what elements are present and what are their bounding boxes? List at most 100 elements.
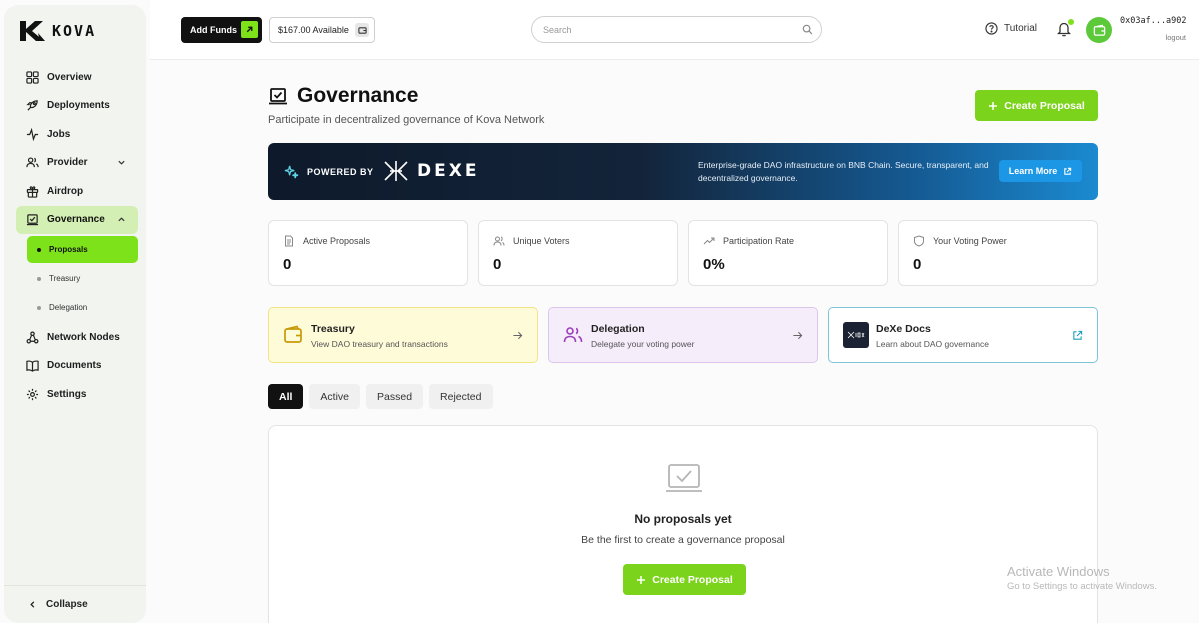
create-proposal-button[interactable]: Create Proposal bbox=[975, 90, 1098, 121]
bullet-icon bbox=[37, 305, 41, 310]
wallet-icon bbox=[284, 325, 302, 343]
bullet-icon bbox=[37, 247, 41, 252]
quick-link-delegation[interactable]: Delegation Delegate your voting power bbox=[548, 307, 818, 363]
sidebar-item-network-nodes[interactable]: Network Nodes bbox=[16, 323, 138, 352]
sidebar-item-label: Network Nodes bbox=[47, 331, 120, 343]
sidebar-item-deployments[interactable]: Deployments bbox=[16, 92, 138, 121]
sidebar-item-governance[interactable]: Governance bbox=[16, 205, 138, 234]
stat-label-row: Unique Voters bbox=[493, 235, 570, 247]
chevron-left-icon bbox=[30, 601, 35, 608]
stat-label-row: Participation Rate bbox=[703, 235, 794, 247]
tutorial-button[interactable]: Tutorial bbox=[985, 22, 1037, 35]
collapse-label: Collapse bbox=[46, 599, 88, 610]
stat-card-active-proposals: Active Proposals 0 bbox=[268, 220, 468, 286]
vote-icon bbox=[26, 214, 39, 226]
watermark-line2: Go to Settings to activate Windows. bbox=[1007, 581, 1157, 592]
create-proposal-label: Create Proposal bbox=[1004, 99, 1085, 112]
sidebar-subitem-treasury[interactable]: Treasury bbox=[27, 265, 138, 292]
powered-by-label: POWERED BY bbox=[307, 166, 374, 177]
sidebar-item-jobs[interactable]: Jobs bbox=[16, 120, 138, 149]
search-input[interactable] bbox=[543, 17, 793, 42]
balance-text: $167.00 Available bbox=[278, 25, 349, 35]
tab-active[interactable]: Active bbox=[309, 384, 361, 409]
wallet-address[interactable]: 0x03af...a902 bbox=[1120, 16, 1187, 26]
add-funds-button[interactable]: Add Funds bbox=[181, 17, 262, 43]
users-icon bbox=[493, 236, 505, 246]
quick-link-subtitle: Learn about DAO governance bbox=[876, 339, 989, 349]
empty-state: No proposals yet Be the first to create … bbox=[268, 425, 1098, 623]
stat-card-unique-voters: Unique Voters 0 bbox=[478, 220, 678, 286]
sidebar-item-label: Deployments bbox=[47, 100, 110, 112]
external-link-icon bbox=[1064, 167, 1072, 175]
rocket-icon bbox=[26, 100, 38, 111]
stat-label: Unique Voters bbox=[513, 236, 570, 246]
book-icon bbox=[26, 360, 39, 373]
tutorial-label: Tutorial bbox=[1004, 23, 1037, 34]
quick-link-title: Treasury bbox=[311, 323, 355, 335]
trending-up-icon bbox=[703, 237, 715, 245]
dexe-wordmark: DEXE bbox=[417, 161, 480, 181]
stat-label: Active Proposals bbox=[303, 236, 371, 246]
sidebar-subitem-proposals[interactable]: Proposals bbox=[27, 236, 138, 263]
tab-rejected[interactable]: Rejected bbox=[429, 384, 493, 409]
sparkle-icon bbox=[284, 165, 299, 179]
proposal-filter-tabs: All Active Passed Rejected bbox=[268, 384, 493, 409]
sidebar-item-airdrop[interactable]: Airdrop bbox=[16, 177, 138, 206]
kova-logo-icon bbox=[20, 21, 45, 41]
powered-by: POWERED BY bbox=[284, 164, 374, 179]
empty-state-subtitle: Be the first to create a governance prop… bbox=[581, 534, 785, 546]
arrow-right-icon bbox=[513, 331, 523, 340]
sidebar-subitem-label: Proposals bbox=[49, 245, 88, 254]
help-circle-icon bbox=[985, 22, 998, 35]
vote-icon bbox=[666, 464, 702, 492]
arrow-up-right-icon bbox=[241, 21, 258, 38]
shield-icon bbox=[914, 235, 924, 247]
stat-label: Participation Rate bbox=[723, 236, 795, 246]
quick-link-subtitle: Delegate your voting power bbox=[591, 339, 695, 349]
collapse-button[interactable]: Collapse bbox=[4, 585, 146, 623]
stat-card-participation-rate: Participation Rate 0% bbox=[688, 220, 888, 286]
logout-link[interactable]: logout bbox=[1166, 33, 1186, 42]
dexe-logo-icon bbox=[384, 161, 408, 181]
stat-label: Your Voting Power bbox=[933, 236, 1007, 246]
windows-activation-watermark: Activate Windows Go to Settings to activ… bbox=[1007, 564, 1157, 592]
stat-value: 0 bbox=[913, 256, 922, 273]
add-funds-label: Add Funds bbox=[190, 25, 237, 35]
sidebar-item-settings[interactable]: Settings bbox=[16, 380, 138, 409]
avatar[interactable] bbox=[1086, 17, 1112, 43]
learn-more-button[interactable]: Learn More bbox=[999, 160, 1082, 182]
quick-link-title: DeXe Docs bbox=[876, 323, 931, 335]
quick-link-dexe-docs[interactable]: DeXe Docs Learn about DAO governance bbox=[828, 307, 1098, 363]
tab-passed[interactable]: Passed bbox=[366, 384, 424, 409]
sidebar-item-overview[interactable]: Overview bbox=[16, 63, 138, 92]
page-header: Governance bbox=[268, 84, 418, 108]
grid-icon bbox=[26, 71, 39, 84]
bullet-icon bbox=[37, 276, 41, 281]
create-proposal-button[interactable]: Create Proposal bbox=[623, 564, 746, 595]
chevron-down-icon[interactable] bbox=[117, 158, 126, 167]
dexe-logo: DEXE bbox=[383, 159, 479, 183]
quick-link-treasury[interactable]: Treasury View DAO treasury and transacti… bbox=[268, 307, 538, 363]
kova-logo[interactable]: KOVA bbox=[18, 19, 96, 43]
sidebar-nav: Overview Deployments Jobs Provider Airdr… bbox=[16, 63, 138, 409]
governance-submenu: Proposals Treasury Delegation bbox=[27, 236, 138, 321]
quick-link-subtitle: View DAO treasury and transactions bbox=[311, 339, 448, 349]
sidebar-subitem-label: Treasury bbox=[49, 274, 81, 283]
sidebar-item-label: Airdrop bbox=[47, 185, 84, 197]
search-icon[interactable] bbox=[802, 24, 813, 35]
users-icon bbox=[563, 327, 583, 343]
sidebar-item-documents[interactable]: Documents bbox=[16, 352, 138, 381]
empty-state-title: No proposals yet bbox=[634, 512, 732, 526]
tab-all[interactable]: All bbox=[268, 384, 304, 409]
sidebar-subitem-delegation[interactable]: Delegation bbox=[27, 294, 138, 321]
chevron-up-icon[interactable] bbox=[117, 215, 126, 224]
balance-display[interactable]: $167.00 Available bbox=[269, 17, 375, 43]
dexe-banner: POWERED BY DEXE Enterprise-grade DAO inf… bbox=[268, 143, 1098, 200]
plus-icon bbox=[637, 575, 646, 584]
sidebar-item-label: Documents bbox=[47, 360, 102, 372]
sidebar-item-provider[interactable]: Provider bbox=[16, 149, 138, 178]
sidebar-item-label: Overview bbox=[47, 71, 92, 83]
stat-label-row: Your Voting Power bbox=[913, 235, 1007, 247]
stat-value: 0% bbox=[703, 256, 725, 273]
wallet-icon bbox=[355, 23, 369, 37]
